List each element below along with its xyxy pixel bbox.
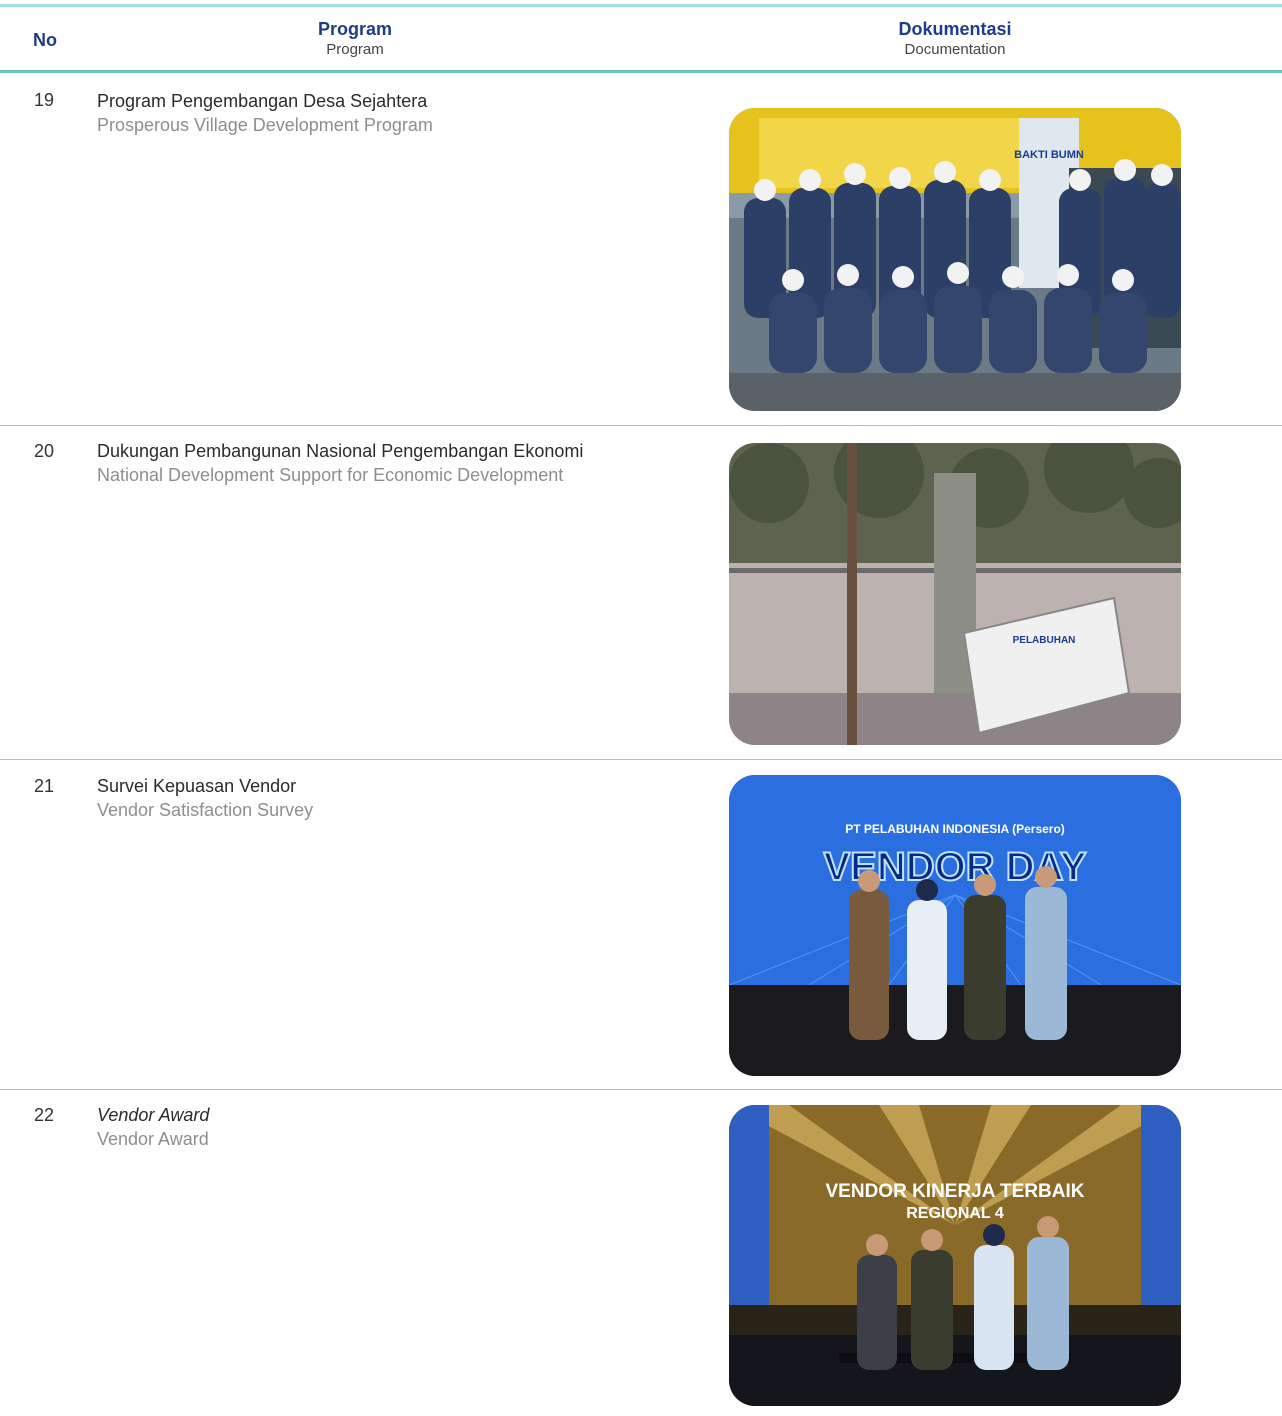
documentation-photo-group: BAKTI BUMN: [729, 108, 1181, 411]
documentation-photo-vendor-day: PT PELABUHAN INDONESIA (Persero) VENDOR …: [729, 775, 1181, 1076]
program-name-en: Vendor Award: [97, 1129, 209, 1149]
program-name-en: Vendor Satisfaction Survey: [97, 800, 314, 820]
header-documentation: Dokumentasi Documentation: [855, 18, 1055, 60]
row-number: 19: [34, 90, 55, 110]
program-cell: Survei Kepuasan Vendor Vendor Satisfacti…: [97, 774, 613, 822]
documentation-photo-construction: PELABUHAN: [729, 443, 1181, 745]
program-name-id: Vendor Award: [97, 1105, 210, 1125]
program-name-id: Dukungan Pembangunan Nasional Pengembang…: [97, 441, 584, 461]
sign-text: PELABUHAN: [1013, 635, 1076, 646]
row-separator: [0, 759, 1282, 760]
header-program-en: Program: [326, 41, 384, 58]
header-program-id: Program: [317, 19, 393, 39]
stage-subtitle-award: REGIONAL 4: [906, 1205, 1004, 1222]
header-no: No: [33, 30, 57, 50]
documentation-photo-vendor-award: VENDOR KINERJA TERBAIK REGIONAL 4: [729, 1105, 1181, 1406]
row-number: 20: [34, 441, 55, 461]
program-name-id: Program Pengembangan Desa Sejahtera: [97, 91, 428, 111]
row-separator: [0, 425, 1282, 426]
stage-title-small: PT PELABUHAN INDONESIA (Persero): [845, 822, 1065, 836]
stage-title-award: VENDOR KINERJA TERBAIK: [826, 1181, 1085, 1202]
header-doc-en: Documentation: [904, 41, 1006, 58]
program-cell: Vendor Award Vendor Award: [97, 1103, 613, 1151]
header-program: Program Program: [255, 18, 455, 60]
row-number: 22: [34, 1105, 55, 1125]
program-name-en: National Development Support for Economi…: [97, 465, 564, 485]
row-number: 21: [34, 776, 55, 796]
banner-text: BAKTI BUMN: [1014, 149, 1084, 161]
header-rule: [0, 70, 1282, 73]
header-doc-id: Dokumentasi: [898, 19, 1012, 39]
row-separator: [0, 1089, 1282, 1090]
table-top-rule: [0, 4, 1282, 7]
program-cell: Program Pengembangan Desa Sejahtera Pros…: [97, 89, 613, 137]
program-cell: Dukungan Pembangunan Nasional Pengembang…: [97, 439, 613, 487]
program-name-id: Survei Kepuasan Vendor: [97, 776, 297, 796]
program-name-en: Prosperous Village Development Program: [97, 115, 433, 135]
